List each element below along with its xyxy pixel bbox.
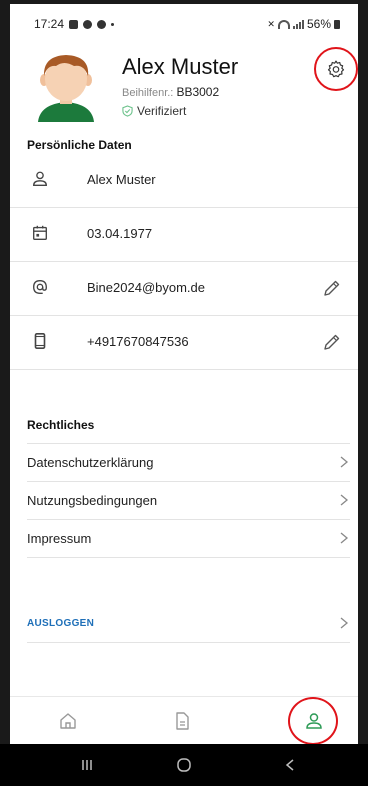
profile-highlight-circle [288,697,338,745]
name-row: Alex Muster [10,153,358,208]
image-notification-icon [69,19,79,29]
battery-percent: 56% [306,17,331,31]
terms-link[interactable]: Nutzungsbedingungen [27,482,350,520]
account-notification-icon [83,19,93,29]
status-right: ✕ 56% [267,17,340,31]
person-icon [30,169,50,189]
back-icon [285,759,294,771]
logout-label: AUSLOGGEN [27,618,95,629]
settings-button[interactable] [314,47,358,91]
verified-shield-icon [122,105,133,117]
calendar-icon [30,223,50,243]
more-notifications-icon [111,22,115,26]
home-icon [60,713,76,729]
document-icon [176,712,189,730]
edit-phone-pencil-icon[interactable] [322,332,342,352]
home-circle-icon [177,758,191,772]
verified-status: Verifiziert [122,104,186,118]
mute-icon: ✕ [267,18,275,29]
imprint-link[interactable]: Impressum [27,520,350,558]
chevron-right-icon [338,616,350,630]
status-time: 17:24 [34,17,65,31]
frame-top [0,0,368,4]
status-left: 17:24 [34,17,115,31]
chevron-right-icon [338,455,350,469]
phone-icon [30,331,50,351]
gear-icon [327,60,345,78]
battery-icon [334,19,340,29]
birthdate-value: 03.04.1977 [87,226,153,241]
recent-apps-button[interactable] [80,758,94,777]
privacy-link[interactable]: Datenschutzerklärung [27,444,350,482]
privacy-label: Datenschutzerklärung [27,455,154,470]
imprint-label: Impressum [27,531,92,546]
personal-data-title: Persönliche Daten [27,138,132,152]
phone-value: +4917670847536 [87,334,189,349]
system-nav-bar [0,744,368,786]
chevron-right-icon [338,531,350,545]
terms-label: Nutzungsbedingungen [27,493,158,508]
logout-button[interactable]: AUSLOGGEN [27,605,350,643]
name-value: Alex Muster [87,172,156,187]
home-system-button[interactable] [176,758,192,777]
recents-icon [82,760,92,770]
beihilfe-number: Beihilfenr.: BB3002 [122,85,219,99]
nav-home[interactable] [54,707,82,735]
birthdate-row: 03.04.1977 [10,207,358,262]
status-bar: 17:24 ✕ 56% [10,8,358,40]
email-value: Bine2024@byom.de [87,280,205,295]
phone-row[interactable]: +4917670847536 [10,315,358,370]
profile-name: Alex Muster [122,54,239,79]
wifi-icon [277,19,290,29]
beihilfe-value: BB3002 [176,85,220,99]
verified-label: Verifiziert [137,104,187,118]
back-button[interactable] [284,758,296,777]
chat-notification-icon [97,19,107,29]
chevron-right-icon [338,493,350,507]
edit-email-pencil-icon[interactable] [322,278,342,298]
legal-title: Rechtliches [27,418,95,432]
nav-documents[interactable] [168,707,196,735]
beihilfe-label: Beihilfenr.: [122,87,174,99]
signal-icon [292,19,304,29]
at-icon [30,277,50,297]
avatar [34,50,98,122]
email-row[interactable]: Bine2024@byom.de [10,261,358,316]
